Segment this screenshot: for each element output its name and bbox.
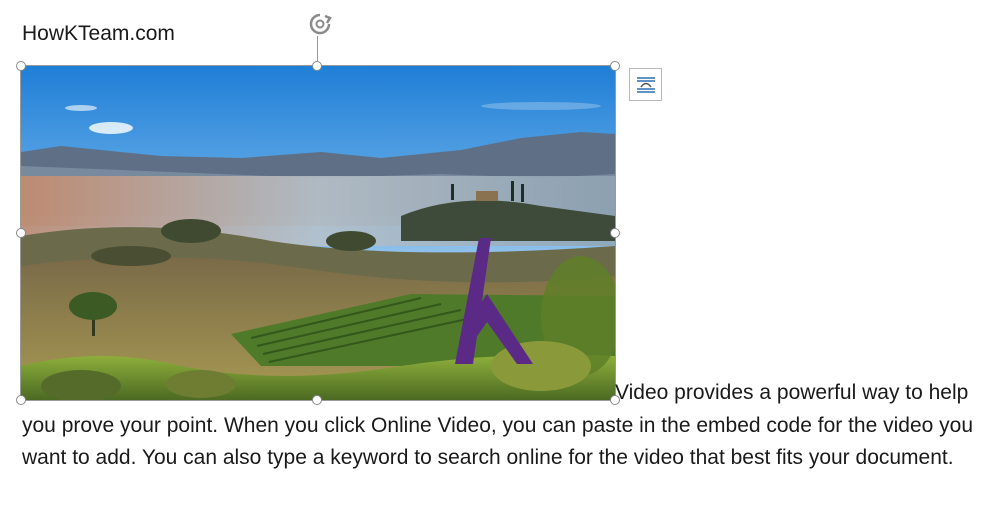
rotate-handle-icon[interactable] [305, 10, 335, 40]
resize-handle-top[interactable] [312, 61, 322, 71]
document-paragraph: Video provides a powerful way to help yo… [22, 377, 987, 475]
resize-handle-left[interactable] [16, 228, 26, 238]
layout-options-button[interactable] [629, 68, 662, 101]
layout-options-icon [636, 76, 655, 93]
selected-picture[interactable] [20, 65, 616, 401]
inline-picture-spacer [22, 377, 615, 405]
resize-handle-top-left[interactable] [16, 61, 26, 71]
resize-handle-top-right[interactable] [610, 61, 620, 71]
document-heading: HowKTeam.com [22, 22, 175, 45]
landscape-image [21, 66, 615, 400]
resize-handle-right[interactable] [610, 228, 620, 238]
